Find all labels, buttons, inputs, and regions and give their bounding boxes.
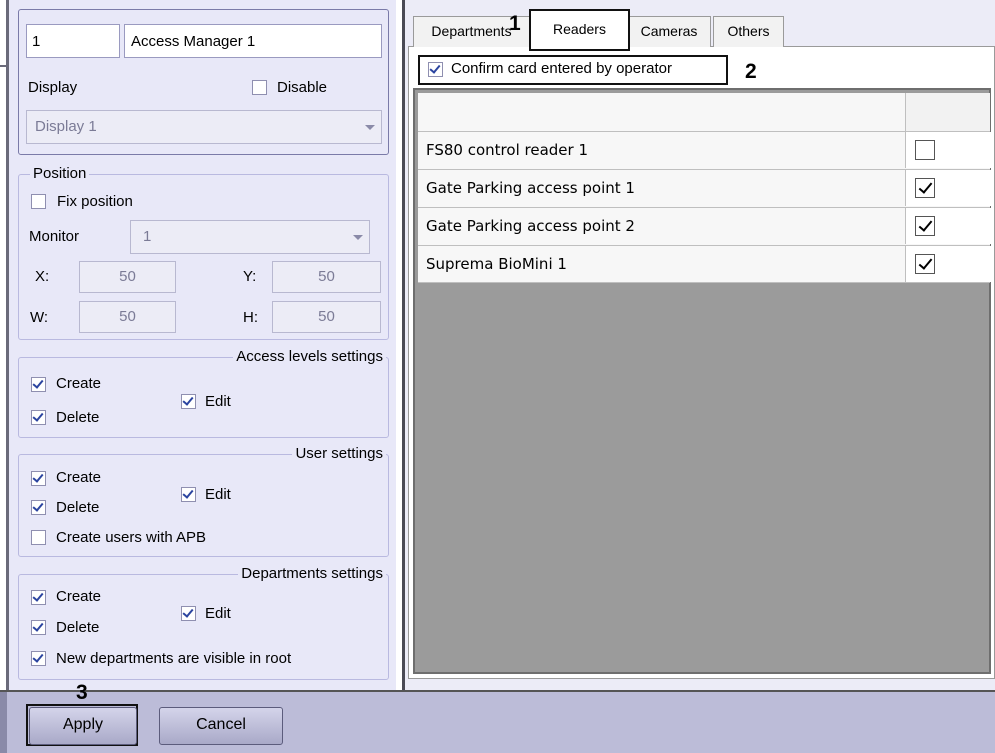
user-delete-checkbox[interactable] <box>31 500 46 515</box>
module-id-input[interactable] <box>26 24 120 58</box>
dept-visible-checkbox[interactable] <box>31 651 46 666</box>
access-edit-checkbox[interactable] <box>181 394 196 409</box>
tab-readers[interactable]: Readers <box>529 9 630 51</box>
user-delete-label: Delete <box>56 499 100 516</box>
reader-name: FS80 control reader 1 <box>426 141 588 159</box>
reader-check-cell <box>905 246 991 282</box>
access-create-label: Create <box>56 375 102 392</box>
reader-name: Suprema BioMini 1 <box>426 255 567 273</box>
reader-name: Gate Parking access point 2 <box>426 217 635 235</box>
departments-settings-legend: Departments settings <box>238 566 386 582</box>
readers-grid-header <box>418 93 990 131</box>
y-input[interactable]: 50 <box>272 261 381 293</box>
h-input[interactable]: 50 <box>272 301 381 333</box>
chevron-down-icon <box>353 235 363 240</box>
dept-create-label: Create <box>56 588 102 605</box>
access-create-checkbox[interactable] <box>31 377 46 392</box>
left-edge-tick <box>0 65 6 67</box>
fix-position-checkbox[interactable] <box>31 194 46 209</box>
user-edit-checkbox[interactable] <box>181 487 196 502</box>
user-create-label: Create <box>56 469 102 486</box>
w-label: W: <box>30 309 49 326</box>
position-legend: Position <box>30 166 90 182</box>
fix-position-label: Fix position <box>57 193 133 210</box>
reader-name: Gate Parking access point 1 <box>426 179 635 197</box>
display-label: Display <box>28 79 78 96</box>
x-input[interactable]: 50 <box>79 261 176 293</box>
apply-button[interactable]: Apply <box>29 707 137 745</box>
y-label: Y: <box>243 268 257 285</box>
w-input[interactable]: 50 <box>79 301 176 333</box>
monitor-label: Monitor <box>29 228 80 245</box>
user-create-checkbox[interactable] <box>31 471 46 486</box>
table-row[interactable]: FS80 control reader 1 <box>418 131 991 169</box>
reader-enabled-checkbox[interactable] <box>915 140 935 160</box>
module-name-input[interactable] <box>124 24 382 58</box>
dept-visible-label: New departments are visible in root <box>56 650 292 667</box>
user-edit-label: Edit <box>205 486 231 503</box>
dept-delete-checkbox[interactable] <box>31 620 46 635</box>
chevron-down-icon <box>365 125 375 130</box>
tab-cameras[interactable]: Cameras <box>627 16 711 47</box>
left-edge-line <box>6 0 9 690</box>
monitor-select[interactable]: 1 <box>130 220 370 254</box>
reader-check-cell <box>905 170 991 206</box>
cancel-button[interactable]: Cancel <box>159 707 283 745</box>
disable-label: Disable <box>277 79 328 96</box>
access-edit-label: Edit <box>205 393 231 410</box>
reader-check-cell <box>905 132 991 168</box>
monitor-select-value: 1 <box>143 228 152 245</box>
user-apb-checkbox[interactable] <box>31 530 46 545</box>
access-delete-checkbox[interactable] <box>31 410 46 425</box>
bottom-bar <box>0 692 995 753</box>
bottom-bar-left-edge <box>0 692 7 753</box>
readers-grid-header-cell <box>905 93 990 131</box>
disable-checkbox[interactable] <box>252 80 267 95</box>
dept-edit-checkbox[interactable] <box>181 606 196 621</box>
x-label: X: <box>35 268 50 285</box>
dept-edit-label: Edit <box>205 605 231 622</box>
confirm-checkbox[interactable] <box>428 62 443 77</box>
reader-enabled-checkbox[interactable] <box>915 178 935 198</box>
access-delete-label: Delete <box>56 409 100 426</box>
dept-create-checkbox[interactable] <box>31 590 46 605</box>
user-apb-label: Create users with APB <box>56 529 207 546</box>
table-row[interactable]: Gate Parking access point 2 <box>418 207 991 245</box>
confirm-label: Confirm card entered by operator <box>451 60 672 77</box>
display-select-value: Display 1 <box>35 118 97 135</box>
user-settings-legend: User settings <box>292 446 386 462</box>
h-label: H: <box>243 309 258 326</box>
reader-check-cell <box>905 208 991 244</box>
table-row[interactable]: Suprema BioMini 1 <box>418 245 991 283</box>
display-select[interactable]: Display 1 <box>26 110 382 144</box>
access-levels-legend: Access levels settings <box>233 349 386 365</box>
annotation-marker-1: 1 <box>509 12 521 35</box>
annotation-marker-2: 2 <box>745 60 757 83</box>
reader-enabled-checkbox[interactable] <box>915 216 935 236</box>
readers-grid-bottom-line <box>418 282 990 283</box>
annotation-marker-3: 3 <box>76 681 88 704</box>
dept-delete-label: Delete <box>56 619 100 636</box>
tab-others[interactable]: Others <box>713 16 784 47</box>
table-row[interactable]: Gate Parking access point 1 <box>418 169 991 207</box>
reader-enabled-checkbox[interactable] <box>915 254 935 274</box>
